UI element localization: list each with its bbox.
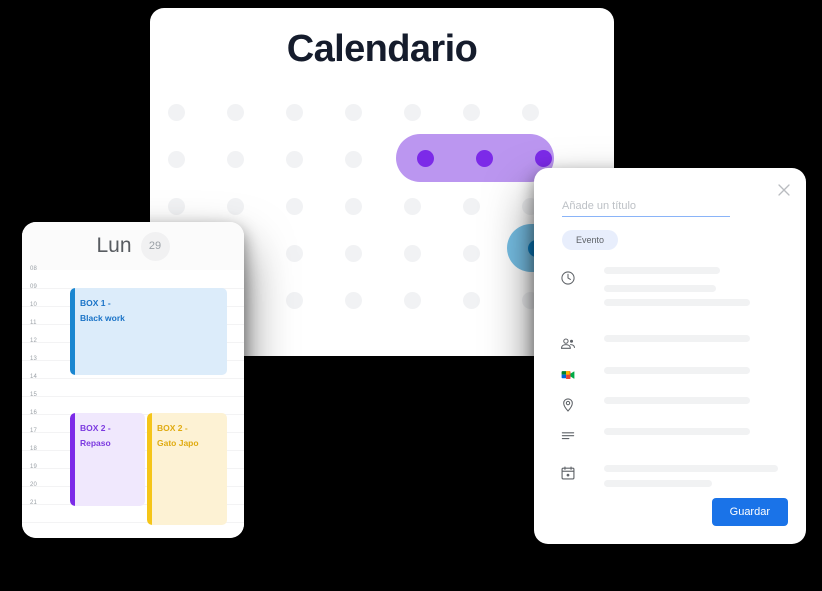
people-icon[interactable]	[560, 336, 576, 352]
description-icon[interactable]	[560, 428, 576, 444]
hour-label: 21	[30, 500, 38, 506]
grid-dot	[345, 151, 362, 168]
grid-dot	[522, 104, 539, 121]
event-box1-black-work[interactable]: BOX 1 - Black work	[70, 288, 227, 375]
close-icon[interactable]	[776, 182, 792, 198]
event-box2-repaso[interactable]: BOX 2 - Repaso	[70, 413, 145, 506]
event-title-input[interactable]	[562, 200, 730, 217]
event-title-line: Repaso	[80, 438, 111, 448]
event-type-chip[interactable]: Evento	[562, 230, 619, 250]
event-title-line: BOX 2 -	[157, 423, 188, 433]
google-meet-icon[interactable]	[560, 367, 576, 383]
grid-dot	[463, 104, 480, 121]
grid-dot	[463, 245, 480, 262]
grid-dot	[227, 104, 244, 121]
event-box2-gato-japo[interactable]: BOX 2 - Gato Japo	[147, 413, 227, 525]
grid-dot	[227, 151, 244, 168]
screenshot-stage: Calendario Lun 29 08 09 10 11 12 13 14 15 16 17 18…	[0, 0, 822, 591]
pill-dot	[535, 149, 552, 167]
hour-label: 20	[30, 482, 38, 488]
clock-icon[interactable]	[560, 270, 576, 286]
hour-label: 12	[30, 338, 38, 344]
grid-dot	[463, 292, 480, 309]
grid-dot	[227, 198, 244, 215]
field-placeholder-bar[interactable]	[604, 267, 720, 274]
grid-dot	[286, 151, 303, 168]
grid-dot	[345, 292, 362, 309]
event-color-bar	[70, 413, 75, 506]
event-color-bar	[147, 413, 152, 525]
grid-dot	[168, 151, 185, 168]
event-create-dialog: Evento Guardar	[534, 168, 806, 544]
event-title-line: BOX 2 -	[80, 423, 111, 433]
grid-dot	[404, 245, 421, 262]
hour-row[interactable]: 08	[22, 266, 244, 289]
calendar-icon[interactable]	[560, 465, 576, 481]
day-view-grid[interactable]: 08 09 10 11 12 13 14 15 16 17 18 19 20 21 BOX 1 - Black…	[22, 266, 244, 538]
grid-dot	[345, 198, 362, 215]
hour-label: 19	[30, 464, 38, 470]
field-placeholder-bar[interactable]	[604, 367, 750, 374]
grid-dot	[345, 245, 362, 262]
grid-dot	[286, 198, 303, 215]
hour-label: 16	[30, 410, 38, 416]
hour-label: 09	[30, 284, 38, 290]
hour-label: 10	[30, 302, 38, 308]
hour-label: 11	[30, 320, 37, 326]
grid-dot	[404, 198, 421, 215]
field-placeholder-bar[interactable]	[604, 480, 712, 487]
hour-label: 14	[30, 374, 38, 380]
field-placeholder-bar[interactable]	[604, 465, 778, 472]
event-title-line: Gato Japo	[157, 438, 199, 448]
grid-dot	[404, 104, 421, 121]
field-placeholder-bar[interactable]	[604, 335, 750, 342]
grid-dot	[168, 198, 185, 215]
purple-pill[interactable]	[396, 134, 554, 182]
event-title-line: BOX 1 -	[80, 298, 111, 308]
hour-label: 17	[30, 428, 38, 434]
grid-dot	[345, 104, 362, 121]
day-number-badge[interactable]: 29	[140, 231, 170, 261]
day-name-label: Lun	[96, 234, 132, 257]
grid-dot	[463, 198, 480, 215]
grid-dot	[286, 245, 303, 262]
field-placeholder-bar[interactable]	[604, 397, 750, 404]
hour-label: 08	[30, 266, 38, 272]
page-title: Calendario	[286, 28, 478, 70]
hour-label: 13	[30, 356, 38, 362]
grid-dot	[286, 292, 303, 309]
field-placeholder-bar[interactable]	[604, 299, 750, 306]
field-placeholder-bar[interactable]	[604, 285, 716, 292]
pill-dot	[417, 149, 434, 167]
grid-dot	[168, 104, 185, 121]
pill-dot	[476, 149, 493, 167]
hour-label: 18	[30, 446, 38, 452]
day-view-header: Lun 29	[22, 222, 244, 271]
field-placeholder-bar[interactable]	[604, 428, 750, 435]
hour-row[interactable]: 14	[22, 374, 244, 397]
save-button[interactable]: Guardar	[711, 498, 788, 526]
location-pin-icon[interactable]	[560, 397, 576, 413]
grid-dot	[286, 104, 303, 121]
grid-dot	[404, 292, 421, 309]
day-view-panel: Lun 29 08 09 10 11 12 13 14 15 16 17 18 19 20 21 BOX 1…	[22, 222, 244, 538]
hour-label: 15	[30, 392, 38, 398]
event-color-bar	[70, 288, 75, 375]
event-title-line: Black work	[80, 313, 125, 323]
